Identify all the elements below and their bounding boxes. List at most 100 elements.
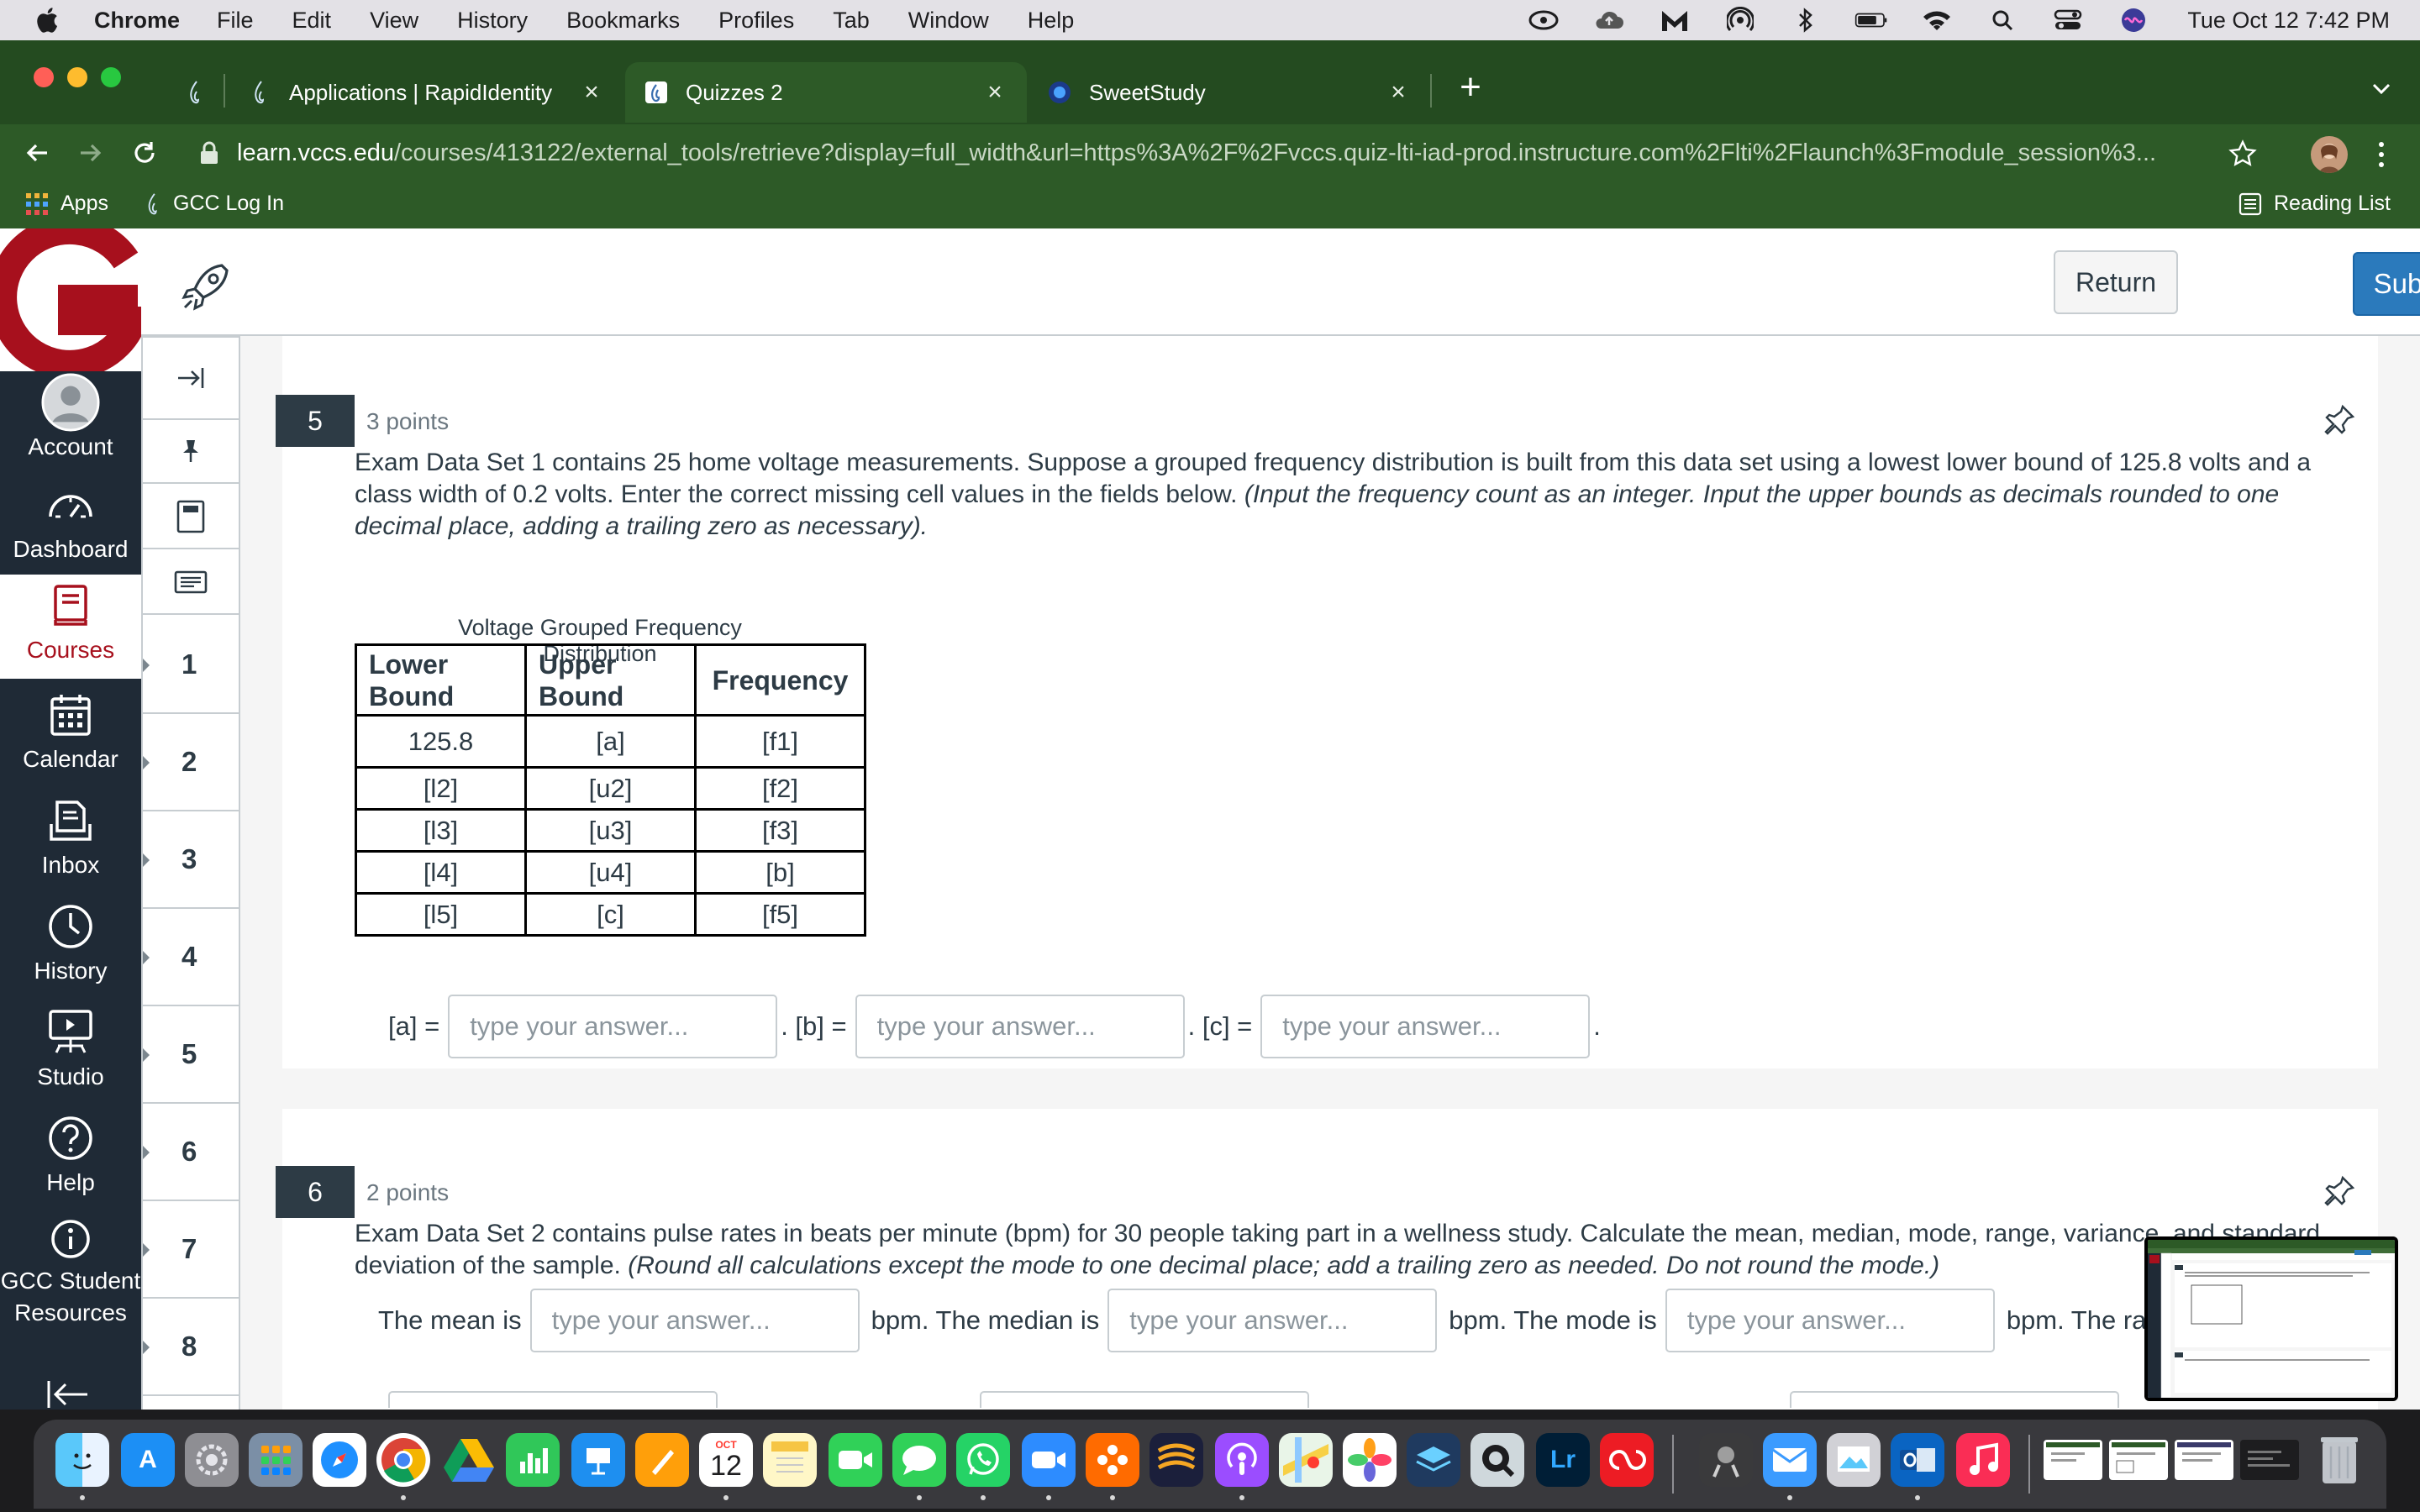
return-button[interactable]: Return [2054, 250, 2178, 314]
malwarebytes-icon[interactable] [1658, 8, 1691, 33]
quicktime-icon[interactable] [1470, 1433, 1524, 1487]
system-preferences-icon[interactable] [185, 1433, 239, 1487]
minimized-window-1[interactable] [2044, 1440, 2102, 1480]
nav-help[interactable]: Help [0, 1107, 141, 1206]
tab-pinned[interactable] [168, 62, 218, 123]
menu-history[interactable]: History [457, 8, 528, 34]
reading-list-button[interactable]: Reading List [2238, 192, 2391, 216]
tab-close-icon[interactable]: × [576, 77, 607, 108]
question-nav-item[interactable]: 4 [143, 909, 239, 1006]
creative-cloud-icon[interactable] [1527, 8, 1560, 33]
bluetooth-icon[interactable] [1789, 8, 1823, 33]
question-nav-item[interactable]: 2 [143, 714, 239, 811]
trash-icon[interactable] [2312, 1433, 2366, 1487]
whatsapp-icon[interactable] [956, 1433, 1010, 1487]
answer-input-c[interactable] [1260, 995, 1591, 1058]
reload-icon[interactable] [128, 136, 161, 170]
mode-input[interactable] [1665, 1289, 1995, 1352]
google-drive-icon[interactable] [442, 1433, 496, 1487]
nav-dashboard[interactable]: Dashboard [0, 474, 141, 573]
siri-icon[interactable] [2117, 8, 2150, 33]
pages-icon[interactable] [635, 1433, 689, 1487]
median-input[interactable] [1107, 1289, 1438, 1352]
flower-app-icon[interactable] [1086, 1433, 1139, 1487]
maps-icon[interactable] [1279, 1433, 1333, 1487]
new-tab-button[interactable]: + [1449, 66, 1492, 109]
menu-file[interactable]: File [217, 8, 254, 34]
address-bar[interactable]: learn.vccs.edu /courses/413122/external_… [185, 129, 2269, 176]
menu-bookmarks[interactable]: Bookmarks [566, 8, 680, 34]
answer-input-a[interactable] [448, 995, 778, 1058]
music-icon[interactable] [1956, 1433, 2010, 1487]
question-nav-item[interactable]: 3 [143, 811, 239, 909]
minimized-window-3[interactable] [2175, 1440, 2233, 1480]
variance-input-partial[interactable] [388, 1391, 718, 1408]
tab-quizzes[interactable]: Quizzes 2 × [625, 62, 1027, 123]
tab-rapididentity[interactable]: Applications | RapidIdentity × [229, 62, 623, 123]
bookmark-apps[interactable]: Apps [25, 192, 108, 216]
menu-help[interactable]: Help [1028, 8, 1075, 34]
bookmark-star-icon[interactable] [2228, 139, 2257, 168]
tab-search-chevron-icon[interactable] [2366, 74, 2396, 104]
app-store-icon[interactable]: A [121, 1433, 175, 1487]
expand-navigator-button[interactable] [143, 336, 239, 420]
mail-icon[interactable] [1763, 1433, 1817, 1487]
airdrop-icon[interactable] [1723, 7, 1757, 33]
nav-history[interactable]: History [0, 895, 141, 995]
apple-icon[interactable] [34, 5, 64, 35]
launchpad-icon[interactable] [249, 1433, 302, 1487]
screenshot-thumbnail[interactable] [2144, 1236, 2398, 1401]
tab-close-icon[interactable]: × [1383, 77, 1413, 108]
menu-edit[interactable]: Edit [292, 8, 332, 34]
bookmark-gcc-log-in[interactable]: GCC Log In [145, 192, 284, 216]
quiz-content[interactable]: 5 3 points Exam Data Set 1 contains 25 h… [240, 336, 2420, 1410]
zoom-icon[interactable] [1022, 1433, 1076, 1487]
stripes-app-icon[interactable] [1150, 1433, 1203, 1487]
control-center-icon[interactable] [2051, 8, 2085, 33]
creative-cloud-app-icon[interactable] [1600, 1433, 1654, 1487]
nav-calendar[interactable]: Calendar [0, 684, 141, 783]
nav-inbox[interactable]: Inbox [0, 790, 141, 889]
layers-app-icon[interactable] [1407, 1433, 1460, 1487]
chrome-icon[interactable] [376, 1433, 430, 1487]
menu-tab[interactable]: Tab [833, 8, 870, 34]
tab-close-icon[interactable]: × [980, 77, 1010, 108]
collapse-nav-icon[interactable] [45, 1379, 92, 1410]
question-nav-item[interactable]: 1 [143, 617, 239, 714]
minimized-window-2[interactable] [2109, 1440, 2168, 1480]
nav-gcc-student-resources[interactable]: GCC Student Resources [0, 1213, 141, 1326]
answer-input-partial[interactable] [1790, 1391, 2119, 1408]
std-dev-input-partial[interactable] [980, 1391, 1309, 1408]
lightroom-icon[interactable]: Lr [1536, 1433, 1590, 1487]
nav-courses[interactable]: Courses [0, 575, 141, 679]
more-options-icon[interactable] [2373, 138, 2390, 171]
notes-button[interactable] [143, 551, 239, 615]
automator-icon[interactable] [1699, 1433, 1753, 1487]
spotlight-search-icon[interactable] [1986, 8, 2019, 33]
photos-icon[interactable] [1343, 1433, 1397, 1487]
safari-icon[interactable] [313, 1433, 366, 1487]
pin-question-icon[interactable] [2323, 1174, 2356, 1208]
question-nav-item[interactable]: 5 [143, 1006, 239, 1104]
forward-arrow-icon[interactable] [74, 136, 108, 170]
menu-window[interactable]: Window [908, 8, 989, 34]
podcasts-icon[interactable] [1215, 1433, 1269, 1487]
calendar-app-icon[interactable]: OCT 12 [699, 1433, 753, 1487]
finder-icon[interactable] [55, 1433, 109, 1487]
window-close-button[interactable] [34, 67, 54, 87]
lock-icon[interactable] [198, 140, 220, 165]
minimized-window-4[interactable] [2240, 1440, 2299, 1480]
answer-input-b[interactable] [855, 995, 1185, 1058]
calculator-button[interactable] [143, 486, 239, 549]
menu-view[interactable]: View [370, 8, 418, 34]
wifi-icon[interactable] [1920, 8, 1954, 33]
window-zoom-button[interactable] [101, 67, 121, 87]
menubar-clock[interactable]: Tue Oct 12 7:42 PM [2187, 8, 2390, 34]
question-nav-item[interactable]: 8 [143, 1299, 239, 1396]
menu-profiles[interactable]: Profiles [718, 8, 794, 34]
gcc-logo[interactable] [0, 228, 154, 379]
cloud-upload-icon[interactable] [1592, 8, 1626, 33]
pin-filter-button[interactable] [143, 420, 239, 484]
question-nav-item[interactable]: 6 [143, 1104, 239, 1201]
messages-icon[interactable] [892, 1433, 946, 1487]
